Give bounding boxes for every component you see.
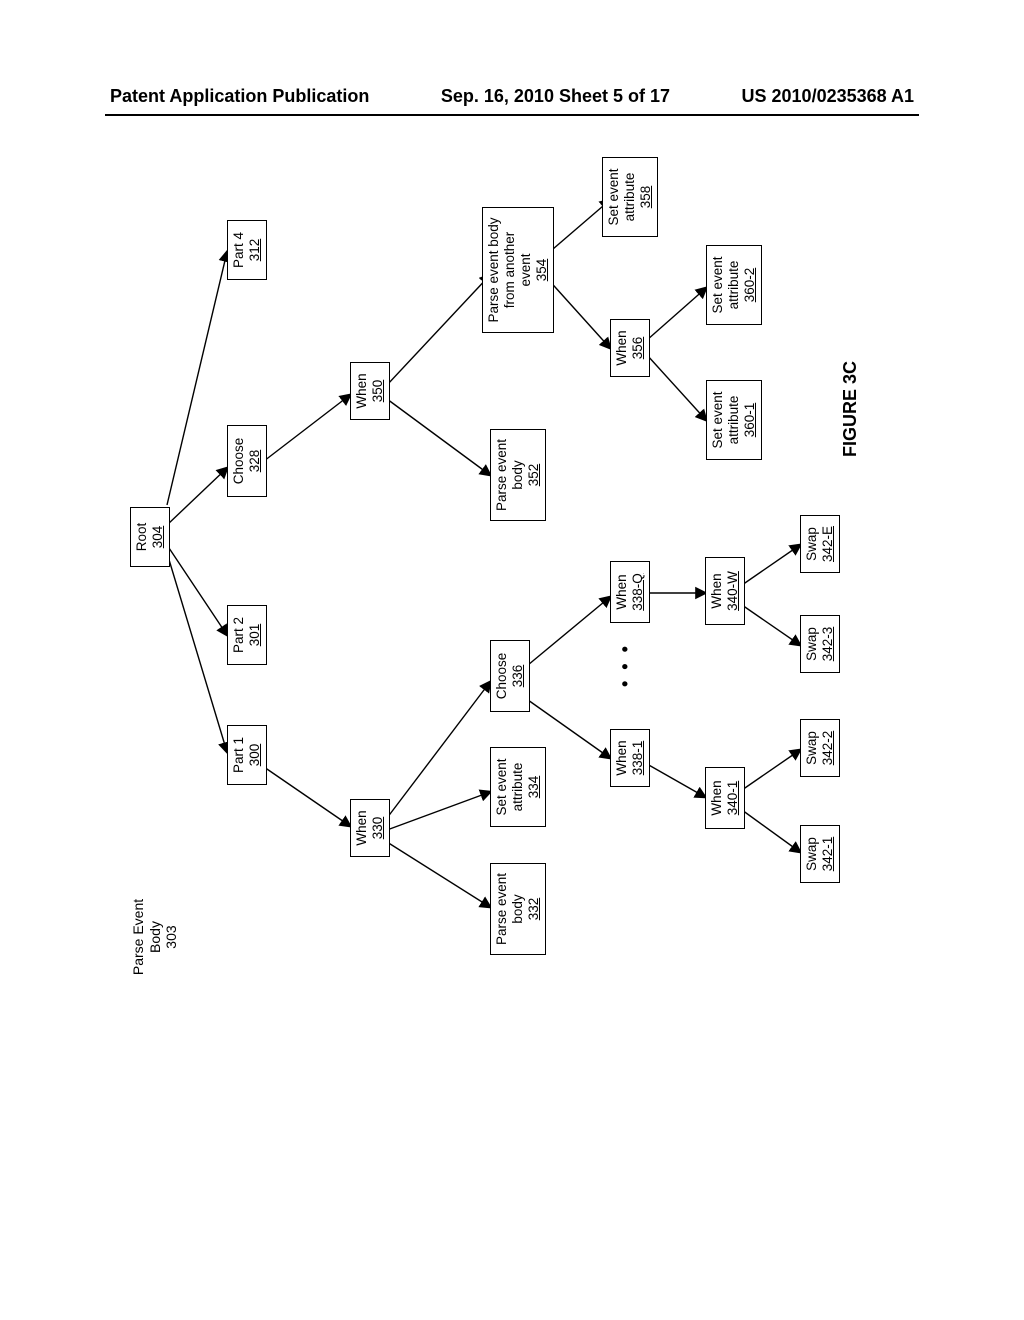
edges [120, 165, 1024, 965]
header-left: Patent Application Publication [110, 86, 369, 107]
header-center: Sep. 16, 2010 Sheet 5 of 17 [441, 86, 670, 107]
node-part4: Part 4312 [227, 220, 267, 280]
node-swap-342-1: Swap342-1 [800, 825, 840, 883]
title-parse-event-body: Parse Event Body 303 [130, 877, 180, 997]
header-rule [105, 114, 919, 116]
header-right: US 2010/0235368 A1 [742, 86, 914, 107]
node-set-event-attribute-358: Set eventattribute358 [602, 157, 658, 237]
diagram-area: Parse Event Body 303 Root304 Part 1300 P… [120, 165, 1024, 965]
node-part2: Part 2301 [227, 605, 267, 665]
node-when-338-1: When338-1 [610, 729, 650, 787]
node-when-330: When330 [350, 799, 390, 857]
figure-label: FIGURE 3C [840, 361, 861, 457]
node-part1: Part 1300 [227, 725, 267, 785]
page-header: Patent Application Publication Sep. 16, … [0, 86, 1024, 107]
node-set-event-attribute-334: Set eventattribute334 [490, 747, 546, 827]
page: Patent Application Publication Sep. 16, … [0, 0, 1024, 1320]
node-parse-event-body-332: Parse eventbody332 [490, 863, 546, 955]
node-choose-336: Choose336 [490, 640, 530, 712]
node-when-340-w: When340-W [705, 557, 745, 625]
node-swap-342-3: Swap342-3 [800, 615, 840, 673]
node-set-event-attribute-360-2: Set eventattribute360-2 [706, 245, 762, 325]
node-when-350: When350 [350, 362, 390, 420]
node-choose-328: Choose328 [227, 425, 267, 497]
node-root: Root304 [130, 507, 170, 567]
node-parse-event-body-352: Parse eventbody352 [490, 429, 546, 521]
node-swap-342-2: Swap342-2 [800, 719, 840, 777]
node-swap-342-e: Swap342-E [800, 515, 840, 573]
node-set-event-attribute-360-1: Set eventattribute360-1 [706, 380, 762, 460]
node-when-356: When356 [610, 319, 650, 377]
dots: • • • [615, 643, 636, 687]
node-parse-event-body-from-another-354: Parse event bodyfrom anotherevent354 [482, 207, 554, 333]
node-when-338-q: When338-Q [610, 561, 650, 623]
node-when-340-1: When340-1 [705, 767, 745, 829]
